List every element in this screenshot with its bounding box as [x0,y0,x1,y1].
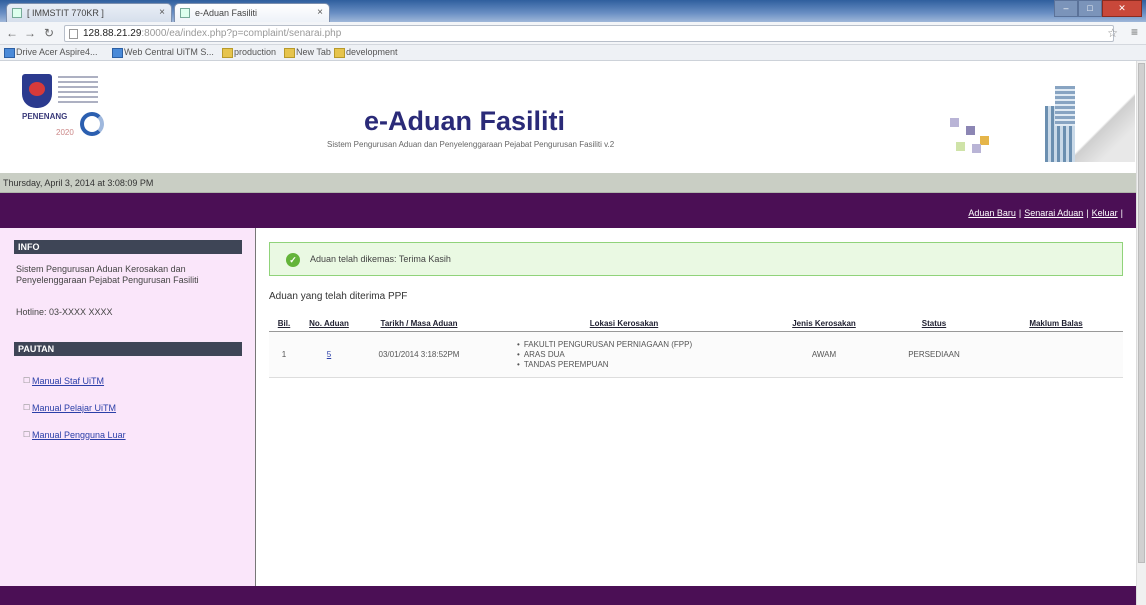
browser-toolbar: ← → ↻ 128.88.21.29:8000/ea/index.php?p=c… [0,22,1146,45]
tab-1[interactable]: [ IMMSTIT 770KR ] × [6,3,172,22]
col-bil[interactable]: Bil. [269,316,299,332]
section-title: Aduan yang telah diterima PPF [269,291,408,302]
bookmark-item[interactable]: Drive Acer Aspire4... [4,47,98,58]
info-heading: INFO [14,240,242,254]
sidebar: INFO Sistem Pengurusan Aduan Kerosakan d… [0,228,256,586]
col-maklum-balas[interactable]: Maklum Balas [989,316,1123,332]
tab-2-label: e-Aduan Fasiliti [195,8,258,18]
cell-tarikh: 03/01/2014 3:18:52PM [359,331,479,378]
sidebar-link-manual-luar[interactable]: ☐ Manual Pengguna Luar [23,430,126,440]
location-line: TANDAS PEREMPUAN [517,360,767,370]
location-line: FAKULTI PENGURUSAN PERNIAGAAN (FPP) [517,340,767,350]
cell-lokasi: FAKULTI PENGURUSAN PERNIAGAAN (FPP) ARAS… [479,331,769,378]
tab-favicon-icon [12,8,22,18]
browser-tabstrip: [ IMMSTIT 770KR ] × e-Aduan Fasiliti × –… [0,0,1146,22]
external-link-icon: ☐ [23,403,31,412]
links-heading: PAUTAN [14,342,242,356]
bookmark-folder[interactable]: production [222,47,276,58]
building-image [1035,76,1135,162]
check-icon: ✓ [286,253,300,267]
table-header-row: Bil. No. Aduan Tarikh / Masa Aduan Lokas… [269,316,1123,332]
sidebar-link-manual-pelajar[interactable]: ☐ Manual Pelajar UiTM [23,403,116,413]
col-tarikh[interactable]: Tarikh / Masa Aduan [359,316,479,332]
table-row: 1 5 03/01/2014 3:18:52PM FAKULTI PENGURU… [269,331,1123,378]
address-bar[interactable]: 128.88.21.29:8000/ea/index.php?p=complai… [64,25,1114,42]
date-bar: Thursday, April 3, 2014 at 3:08:09 PM [0,173,1136,193]
col-status[interactable]: Status [879,316,989,332]
top-links: Aduan Baru | Senarai Aduan | Keluar | [968,208,1123,218]
tab-2[interactable]: e-Aduan Fasiliti × [174,3,330,22]
cell-jenis: AWAM [769,331,879,378]
vertical-scrollbar[interactable] [1136,61,1146,605]
col-jenis[interactable]: Jenis Kerosakan [769,316,879,332]
page-header [0,61,1136,173]
url-host: 128.88.21.29 [83,28,142,39]
site-subtitle: Sistem Pengurusan Aduan dan Penyelenggar… [327,140,615,149]
complaint-number-link[interactable]: 5 [327,350,331,359]
main-content: ✓ Aduan telah dikemas: Terima Kasih Adua… [257,228,1136,586]
page-icon [69,29,78,39]
col-lokasi[interactable]: Lokasi Kerosakan [479,316,769,332]
alert-message: Aduan telah dikemas: Terima Kasih [310,254,451,264]
cell-bil: 1 [269,331,299,378]
back-arrow-icon[interactable]: ← [6,26,18,40]
bookmark-item[interactable]: Web Central UiTM S... [112,47,214,58]
logo-year: 2020 [56,128,74,137]
link-aduan-baru[interactable]: Aduan Baru [968,208,1016,218]
bookmark-folder[interactable]: New Tab [284,47,331,58]
close-window-button[interactable]: ✕ [1102,0,1142,17]
cell-status: PERSEDIAAN [879,331,989,378]
cell-no-aduan: 5 [299,331,359,378]
info-text: Sistem Pengurusan Aduan Kerosakan dan Pe… [16,264,199,285]
ring-logo-icon [80,112,104,136]
footer-bar [0,586,1136,605]
external-link-icon: ☐ [23,430,31,439]
window-controls: – □ ✕ [1054,0,1142,18]
sidebar-link-manual-staf[interactable]: ☐ Manual Staf UiTM [23,376,104,386]
scrollbar-thumb[interactable] [1138,63,1145,563]
tab-close-icon[interactable]: × [317,7,323,18]
minimize-button[interactable]: – [1054,0,1078,17]
external-link-icon: ☐ [23,376,31,385]
current-datetime: Thursday, April 3, 2014 at 3:08:09 PM [3,178,154,188]
site-title: e-Aduan Fasiliti [364,106,566,136]
university-logo: PENENANG 2020 [22,74,130,182]
crest-icon [22,74,52,108]
top-nav-bar: Aduan Baru | Senarai Aduan | Keluar | [0,193,1136,228]
maximize-button[interactable]: □ [1078,0,1102,17]
bookmark-folder[interactable]: development [334,47,398,58]
link-keluar[interactable]: Keluar [1092,208,1118,218]
logo-text: PENENANG [22,112,68,121]
location-line: ARAS DUA [517,350,767,360]
reload-icon[interactable]: ↻ [44,26,54,40]
tab-1-label: [ IMMSTIT 770KR ] [27,8,104,18]
col-no-aduan[interactable]: No. Aduan [299,316,359,332]
link-senarai-aduan[interactable]: Senarai Aduan [1024,208,1083,218]
url-path: :8000/ea/index.php?p=complaint/senarai.p… [141,28,342,39]
hotline-text: Hotline: 03-XXXX XXXX [16,307,113,317]
tab-favicon-icon [180,8,190,18]
menu-icon[interactable]: ≡ [1131,25,1138,39]
success-alert: ✓ Aduan telah dikemas: Terima Kasih [269,242,1123,276]
bookmark-star-icon[interactable]: ☆ [1107,26,1118,40]
cell-maklum-balas [989,331,1123,378]
complaints-table: Bil. No. Aduan Tarikh / Masa Aduan Lokas… [269,316,1123,378]
tab-close-icon[interactable]: × [159,7,165,18]
forward-arrow-icon[interactable]: → [24,26,36,40]
bookmarks-bar: Drive Acer Aspire4... Web Central UiTM S… [0,45,1146,61]
